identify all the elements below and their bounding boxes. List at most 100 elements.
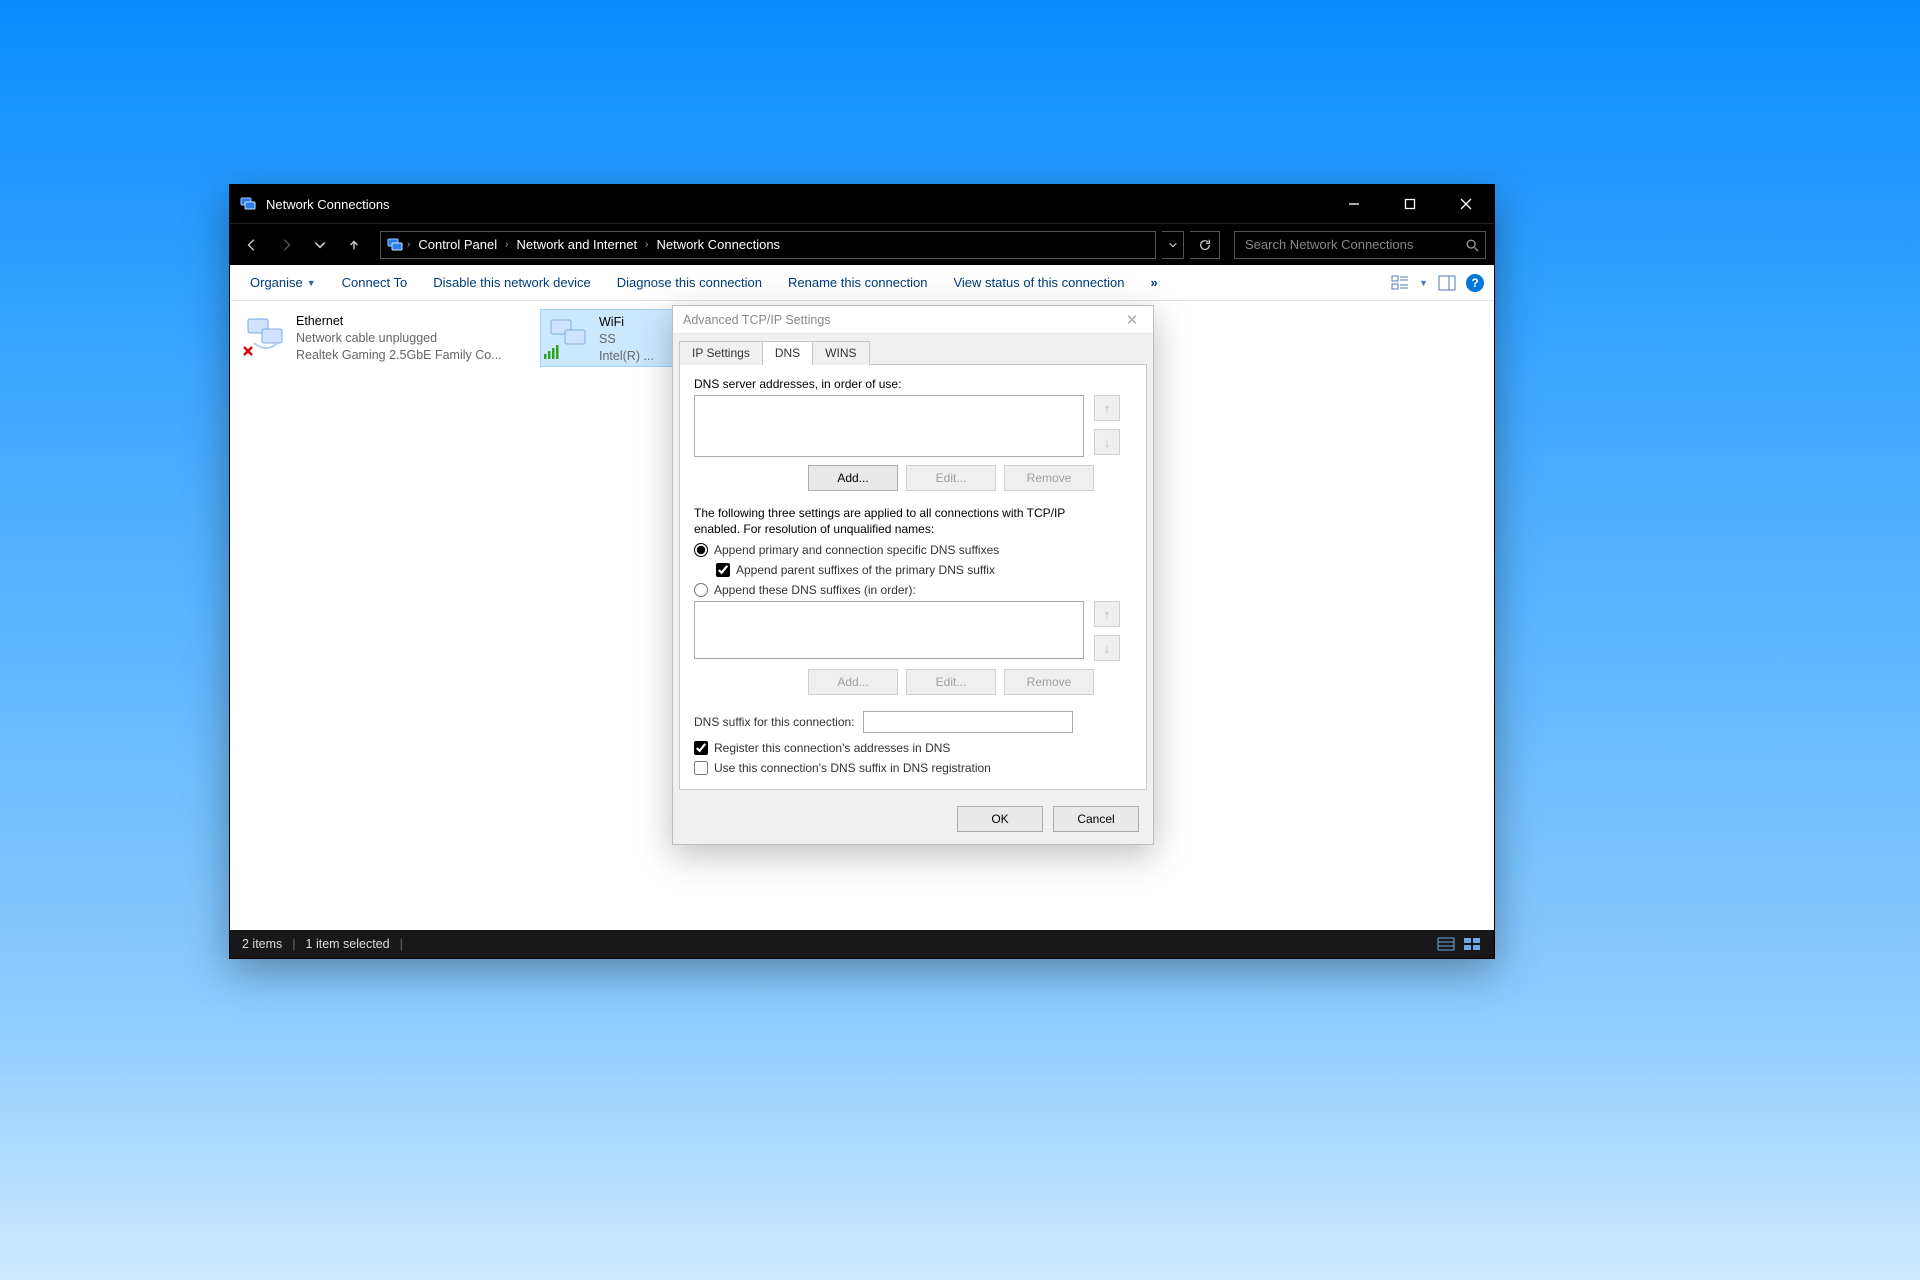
adapter-status: SS <box>599 331 654 348</box>
close-button[interactable] <box>1438 185 1494 223</box>
forward-button[interactable] <box>272 231 300 259</box>
dialog-close-button[interactable]: ✕ <box>1121 309 1143 331</box>
radio-append-these-label: Append these DNS suffixes (in order): <box>714 583 916 597</box>
dialog-tabstrip: IP Settings DNS WINS <box>673 334 1153 364</box>
check-append-parent-label: Append parent suffixes of the primary DN… <box>736 563 995 577</box>
address-dropdown-button[interactable] <box>1162 231 1184 259</box>
search-input[interactable] <box>1245 237 1465 252</box>
change-view-button[interactable] <box>1389 272 1411 294</box>
diagnose-connection-button[interactable]: Diagnose this connection <box>607 271 772 294</box>
adapter-name: Ethernet <box>296 313 502 330</box>
overflow-button[interactable]: » <box>1141 271 1167 294</box>
breadcrumb[interactable]: › Control Panel › Network and Internet ›… <box>380 231 1156 259</box>
up-button[interactable] <box>340 231 368 259</box>
arrow-down-icon: ↓ <box>1104 641 1111 656</box>
titlebar: Network Connections <box>230 185 1494 223</box>
suffix-edit-button[interactable]: Edit... <box>906 669 996 695</box>
chevron-right-icon: › <box>407 239 410 250</box>
dns-servers-label: DNS server addresses, in order of use: <box>694 377 1132 391</box>
adapter-device: Intel(R) ... <box>599 348 654 365</box>
error-badge-icon <box>240 343 256 359</box>
details-view-button[interactable] <box>1436 936 1456 952</box>
dialog-footer: OK Cancel <box>673 796 1153 844</box>
wifi-adapter-icon <box>547 314 591 358</box>
radio-append-primary-input[interactable] <box>694 543 708 557</box>
radio-append-primary-label: Append primary and connection specific D… <box>714 543 999 557</box>
ok-button[interactable]: OK <box>957 806 1043 832</box>
check-register-dns[interactable]: Register this connection's addresses in … <box>694 741 1132 755</box>
status-item-count: 2 items <box>242 937 282 951</box>
radio-append-these-input[interactable] <box>694 583 708 597</box>
maximize-button[interactable] <box>1382 185 1438 223</box>
adapter-name: WiFi <box>599 314 654 331</box>
dns-remove-button[interactable]: Remove <box>1004 465 1094 491</box>
status-separator: | <box>292 937 295 951</box>
dialog-titlebar: Advanced TCP/IP Settings ✕ <box>673 306 1153 334</box>
check-register-dns-input[interactable] <box>694 741 708 755</box>
help-button[interactable]: ? <box>1466 274 1484 292</box>
recent-locations-button[interactable] <box>306 231 334 259</box>
breadcrumb-item[interactable]: Network and Internet <box>512 237 641 252</box>
move-down-button[interactable]: ↓ <box>1094 429 1120 455</box>
organise-menu[interactable]: Organise▼ <box>240 271 326 294</box>
back-button[interactable] <box>238 231 266 259</box>
adapter-status: Network cable unplugged <box>296 330 502 347</box>
advanced-tcpip-settings-dialog: Advanced TCP/IP Settings ✕ IP Settings D… <box>672 305 1154 845</box>
status-selection: 1 item selected <box>306 937 390 951</box>
dns-edit-button[interactable]: Edit... <box>906 465 996 491</box>
check-append-parent[interactable]: Append parent suffixes of the primary DN… <box>716 563 1132 577</box>
status-separator: | <box>400 937 403 951</box>
adapter-device: Realtek Gaming 2.5GbE Family Co... <box>296 347 502 364</box>
rename-connection-button[interactable]: Rename this connection <box>778 271 937 294</box>
network-connections-icon <box>387 237 403 253</box>
suffix-remove-button[interactable]: Remove <box>1004 669 1094 695</box>
move-up-button[interactable]: ↑ <box>1094 395 1120 421</box>
radio-append-these[interactable]: Append these DNS suffixes (in order): <box>694 583 1132 597</box>
minimize-button[interactable] <box>1326 185 1382 223</box>
addressbar: › Control Panel › Network and Internet ›… <box>230 223 1494 265</box>
ethernet-adapter-icon <box>244 313 288 357</box>
suffix-move-up-button[interactable]: ↑ <box>1094 601 1120 627</box>
arrow-down-icon: ↓ <box>1104 435 1111 450</box>
statusbar: 2 items | 1 item selected | <box>230 930 1494 958</box>
adapter-ethernet[interactable]: Ethernet Network cable unplugged Realtek… <box>238 309 533 367</box>
searchbox[interactable] <box>1234 231 1486 259</box>
arrow-up-icon: ↑ <box>1104 607 1111 622</box>
check-append-parent-input[interactable] <box>716 563 730 577</box>
large-icons-view-button[interactable] <box>1462 936 1482 952</box>
radio-append-primary[interactable]: Append primary and connection specific D… <box>694 543 1132 557</box>
refresh-button[interactable] <box>1190 231 1220 259</box>
dns-paragraph: The following three settings are applied… <box>694 505 1094 537</box>
dns-suffix-input[interactable] <box>863 711 1073 733</box>
chevron-right-icon: › <box>505 239 508 250</box>
suffix-add-button[interactable]: Add... <box>808 669 898 695</box>
command-bar: Organise▼ Connect To Disable this networ… <box>230 265 1494 301</box>
chevron-right-icon: › <box>645 239 648 250</box>
breadcrumb-item[interactable]: Control Panel <box>414 237 501 252</box>
window-title: Network Connections <box>266 197 390 212</box>
breadcrumb-item[interactable]: Network Connections <box>653 237 785 252</box>
check-register-dns-label: Register this connection's addresses in … <box>714 741 950 755</box>
network-connections-icon <box>240 196 256 212</box>
check-use-suffix[interactable]: Use this connection's DNS suffix in DNS … <box>694 761 1132 775</box>
dns-suffix-label: DNS suffix for this connection: <box>694 715 855 729</box>
dns-servers-listbox[interactable] <box>694 395 1084 457</box>
check-use-suffix-label: Use this connection's DNS suffix in DNS … <box>714 761 991 775</box>
chevron-down-icon: ▼ <box>307 278 316 288</box>
dns-add-button[interactable]: Add... <box>808 465 898 491</box>
arrow-up-icon: ↑ <box>1104 401 1111 416</box>
tab-wins[interactable]: WINS <box>812 341 869 365</box>
chevron-down-icon[interactable]: ▼ <box>1419 278 1428 288</box>
dialog-title: Advanced TCP/IP Settings <box>683 313 831 327</box>
disable-device-button[interactable]: Disable this network device <box>423 271 601 294</box>
cancel-button[interactable]: Cancel <box>1053 806 1139 832</box>
tab-dns[interactable]: DNS <box>762 341 813 365</box>
suffix-move-down-button[interactable]: ↓ <box>1094 635 1120 661</box>
connect-to-button[interactable]: Connect To <box>332 271 418 294</box>
check-use-suffix-input[interactable] <box>694 761 708 775</box>
dns-tab-page: DNS server addresses, in order of use: ↑… <box>679 364 1147 790</box>
preview-pane-button[interactable] <box>1436 272 1458 294</box>
view-status-button[interactable]: View status of this connection <box>943 271 1134 294</box>
tab-ip-settings[interactable]: IP Settings <box>679 341 763 365</box>
dns-suffixes-listbox[interactable] <box>694 601 1084 659</box>
